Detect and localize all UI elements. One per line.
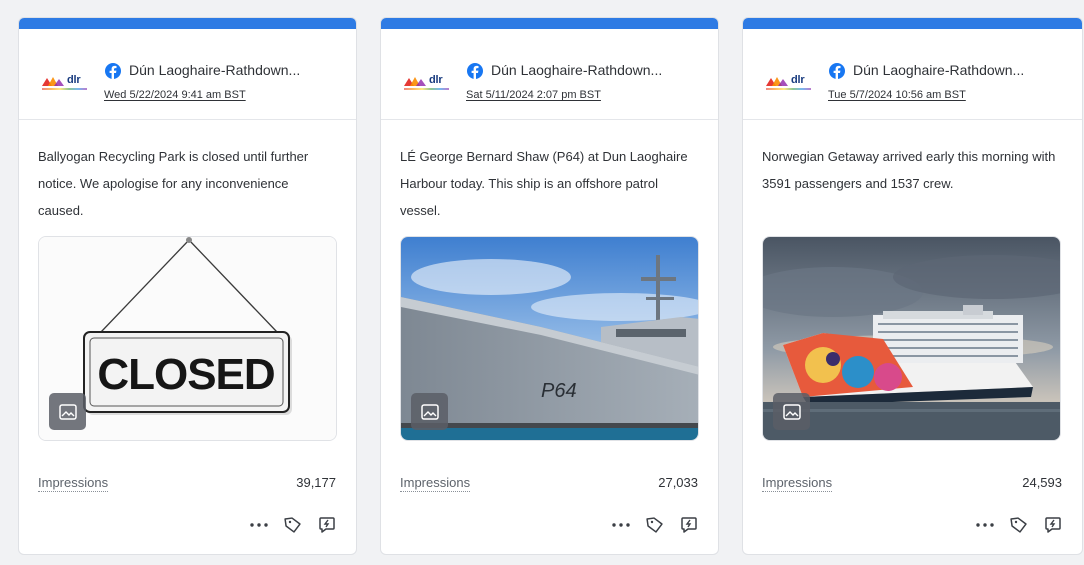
reply-icon[interactable]	[316, 514, 338, 536]
post-date-link[interactable]: Tue 5/7/2024 10:56 am BST	[828, 89, 966, 101]
dlr-logo: dlr	[766, 74, 812, 90]
impressions-label[interactable]: Impressions	[38, 475, 109, 492]
reply-icon[interactable]	[678, 514, 700, 536]
logo-text: dlr	[429, 74, 443, 86]
impressions-value: 24,593	[1022, 475, 1062, 490]
card-header: dlr Dún Laoghaire-Rathdown... Tue 5/7/20…	[743, 29, 1082, 120]
dlr-logo: dlr	[404, 74, 450, 90]
post-text: LÉ George Bernard Shaw (P64) at Dun Laog…	[400, 149, 688, 218]
impressions-label[interactable]: Impressions	[762, 475, 833, 492]
image-type-icon	[773, 393, 810, 430]
image-type-icon	[49, 393, 86, 430]
post-actions	[248, 514, 338, 536]
facebook-icon	[105, 63, 121, 79]
post-date-link[interactable]: Sat 5/11/2024 2:07 pm BST	[466, 89, 601, 101]
impressions-value: 27,033	[658, 475, 698, 490]
post-text: Norwegian Getaway arrived early this mor…	[762, 149, 1056, 191]
card-header: dlr Dún Laoghaire-Rathdown... Sat 5/11/2…	[381, 29, 718, 120]
post-image[interactable]: CLOSED	[38, 236, 337, 441]
facebook-icon	[467, 63, 483, 79]
post-date-link[interactable]: Wed 5/22/2024 9:41 am BST	[104, 89, 246, 101]
post-actions	[610, 514, 700, 536]
card-accent-bar	[19, 18, 356, 29]
facebook-icon	[829, 63, 845, 79]
more-icon[interactable]	[974, 514, 996, 536]
account-name[interactable]: Dún Laoghaire-Rathdown...	[853, 62, 1024, 78]
card-accent-bar	[381, 18, 718, 29]
tag-icon[interactable]	[1008, 514, 1030, 536]
post-image[interactable]	[762, 236, 1061, 441]
logo-text: dlr	[67, 74, 81, 86]
post-card: dlr Dún Laoghaire-Rathdown... Tue 5/7/20…	[742, 17, 1083, 555]
image-type-icon	[411, 393, 448, 430]
impressions-label[interactable]: Impressions	[400, 475, 471, 492]
closed-sign-text: CLOSED	[97, 350, 274, 399]
card-header: dlr Dún Laoghaire-Rathdown... Wed 5/22/2…	[19, 29, 356, 120]
logo-text: dlr	[791, 74, 805, 86]
impressions-value: 39,177	[296, 475, 336, 490]
post-image[interactable]: P64	[400, 236, 699, 441]
hull-number-text: P64	[541, 380, 577, 402]
post-card: dlr Dún Laoghaire-Rathdown... Sat 5/11/2…	[380, 17, 719, 555]
post-cards: dlr Dún Laoghaire-Rathdown... Wed 5/22/2…	[18, 17, 1083, 555]
post-card: dlr Dún Laoghaire-Rathdown... Wed 5/22/2…	[18, 17, 357, 555]
account-name[interactable]: Dún Laoghaire-Rathdown...	[491, 62, 662, 78]
card-accent-bar	[743, 18, 1082, 29]
more-icon[interactable]	[248, 514, 270, 536]
reply-icon[interactable]	[1042, 514, 1064, 536]
more-icon[interactable]	[610, 514, 632, 536]
tag-icon[interactable]	[282, 514, 304, 536]
account-name[interactable]: Dún Laoghaire-Rathdown...	[129, 62, 300, 78]
dlr-logo: dlr	[42, 74, 88, 90]
post-actions	[974, 514, 1064, 536]
post-text: Ballyogan Recycling Park is closed until…	[38, 149, 309, 218]
tag-icon[interactable]	[644, 514, 666, 536]
